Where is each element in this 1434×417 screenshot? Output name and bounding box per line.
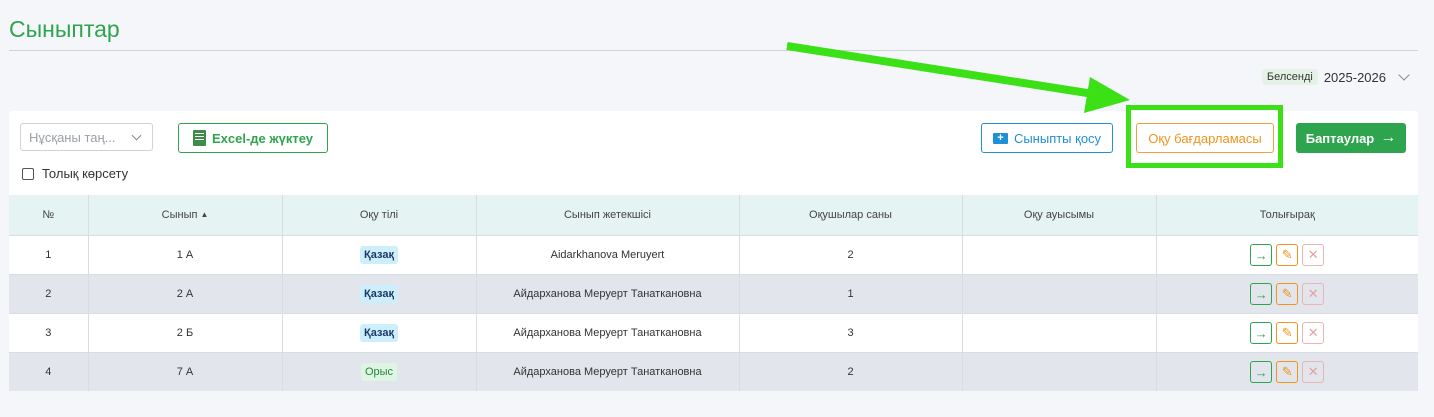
cell-class: 2 А <box>88 274 283 314</box>
open-arrow-icon[interactable]: → <box>1250 322 1273 344</box>
highlight-box <box>1126 105 1283 168</box>
cell-class: 7 А <box>88 352 283 391</box>
cell-teacher: Aidarkhanova Meruyert <box>476 235 740 275</box>
language-badge: Орыс <box>360 363 398 381</box>
cell-student-count: 2 <box>739 352 963 391</box>
column-header-student-count: Оқушылар саны <box>739 195 963 236</box>
open-arrow-icon[interactable]: → <box>1250 244 1273 266</box>
sort-asc-icon: ▲ <box>200 210 209 219</box>
settings-label: Баптаулар <box>1305 130 1375 146</box>
table-row: 4 7 А Орыс Айдарханова Меруерт Танаткано… <box>9 352 1418 391</box>
excel-download-button[interactable]: Excel-де жүктеу <box>178 123 328 153</box>
table-row: 3 2 Б Қазақ Айдарханова Меруерт Танаткан… <box>9 313 1418 353</box>
language-badge: Қазақ <box>360 246 398 264</box>
table-row: 1 1 А Қазақ Aidarkhanova Meruyert 2 → ✎ … <box>9 235 1418 275</box>
delete-x-icon[interactable]: ✕ <box>1302 283 1325 305</box>
full-view-checkbox[interactable] <box>22 167 34 180</box>
cell-teacher: Айдарханова Меруерт Танаткановна <box>476 274 740 314</box>
xls-file-icon <box>192 130 206 146</box>
cell-number: 1 <box>9 235 89 275</box>
cell-shift <box>962 313 1157 353</box>
edit-pencil-icon[interactable]: ✎ <box>1276 244 1299 266</box>
language-badge: Қазақ <box>360 285 398 303</box>
title-divider <box>9 50 1418 51</box>
delete-x-icon[interactable]: ✕ <box>1302 244 1325 266</box>
full-view-toggle[interactable]: Толық көрсету <box>22 166 128 181</box>
open-arrow-icon[interactable]: → <box>1250 283 1273 305</box>
cell-student-count: 1 <box>739 274 963 314</box>
chevron-down-icon <box>1398 69 1410 81</box>
academic-year-value: 2025-2026 <box>1323 69 1386 85</box>
cell-number: 4 <box>9 352 89 391</box>
arrow-right-icon: → <box>1380 129 1397 146</box>
open-arrow-icon[interactable]: → <box>1250 361 1273 383</box>
column-header-number: № <box>9 195 89 236</box>
cell-number: 3 <box>9 313 89 353</box>
active-badge: Белсенді <box>1261 69 1318 85</box>
cell-student-count: 3 <box>739 313 963 353</box>
table-row: 2 2 А Қазақ Айдарханова Меруерт Танаткан… <box>9 274 1418 314</box>
classes-table: № Сынып ▲ Оқу тілі Сынып жетекшісі Оқушыл… <box>9 195 1418 391</box>
column-header-class[interactable]: Сынып ▲ <box>88 195 283 236</box>
cell-teacher: Айдарханова Меруерт Танаткановна <box>476 313 740 353</box>
cell-class: 2 Б <box>88 313 283 353</box>
table-header-row: № Сынып ▲ Оқу тілі Сынып жетекшісі Оқушыл… <box>9 195 1418 236</box>
edit-pencil-icon[interactable]: ✎ <box>1276 361 1299 383</box>
excel-download-label: Excel-де жүктеу <box>211 130 313 146</box>
variant-select[interactable]: Нұсқаны таң... <box>20 123 153 151</box>
cell-class: 1 А <box>88 235 283 275</box>
settings-button[interactable]: Баптаулар → <box>1296 123 1406 153</box>
cell-shift <box>962 274 1157 314</box>
language-badge: Қазақ <box>360 324 398 342</box>
column-header-language: Оқу тілі <box>282 195 477 236</box>
folder-plus-icon: + <box>992 132 1008 144</box>
page-title: Сыныптар <box>9 16 120 42</box>
add-class-button[interactable]: + Сыныпты қосу <box>981 123 1113 153</box>
variant-select-placeholder: Нұсқаны таң... <box>29 129 116 145</box>
academic-year-selector[interactable]: Белсенді 2025-2026 <box>1261 69 1410 85</box>
edit-pencil-icon[interactable]: ✎ <box>1276 283 1299 305</box>
edit-pencil-icon[interactable]: ✎ <box>1276 322 1299 344</box>
delete-x-icon[interactable]: ✕ <box>1302 322 1325 344</box>
column-header-shift: Оқу ауысымы <box>962 195 1157 236</box>
cell-shift <box>962 352 1157 391</box>
chevron-down-icon <box>131 130 142 141</box>
cell-student-count: 2 <box>739 235 963 275</box>
column-header-details: Толығырақ <box>1156 195 1418 236</box>
add-class-label: Сыныпты қосу <box>1013 130 1102 146</box>
full-view-label: Толық көрсету <box>42 166 129 181</box>
cell-shift <box>962 235 1157 275</box>
cell-number: 2 <box>9 274 89 314</box>
column-header-teacher: Сынып жетекшісі <box>476 195 740 236</box>
delete-x-icon[interactable]: ✕ <box>1302 361 1325 383</box>
cell-teacher: Айдарханова Меруерт Танаткановна <box>476 352 740 391</box>
